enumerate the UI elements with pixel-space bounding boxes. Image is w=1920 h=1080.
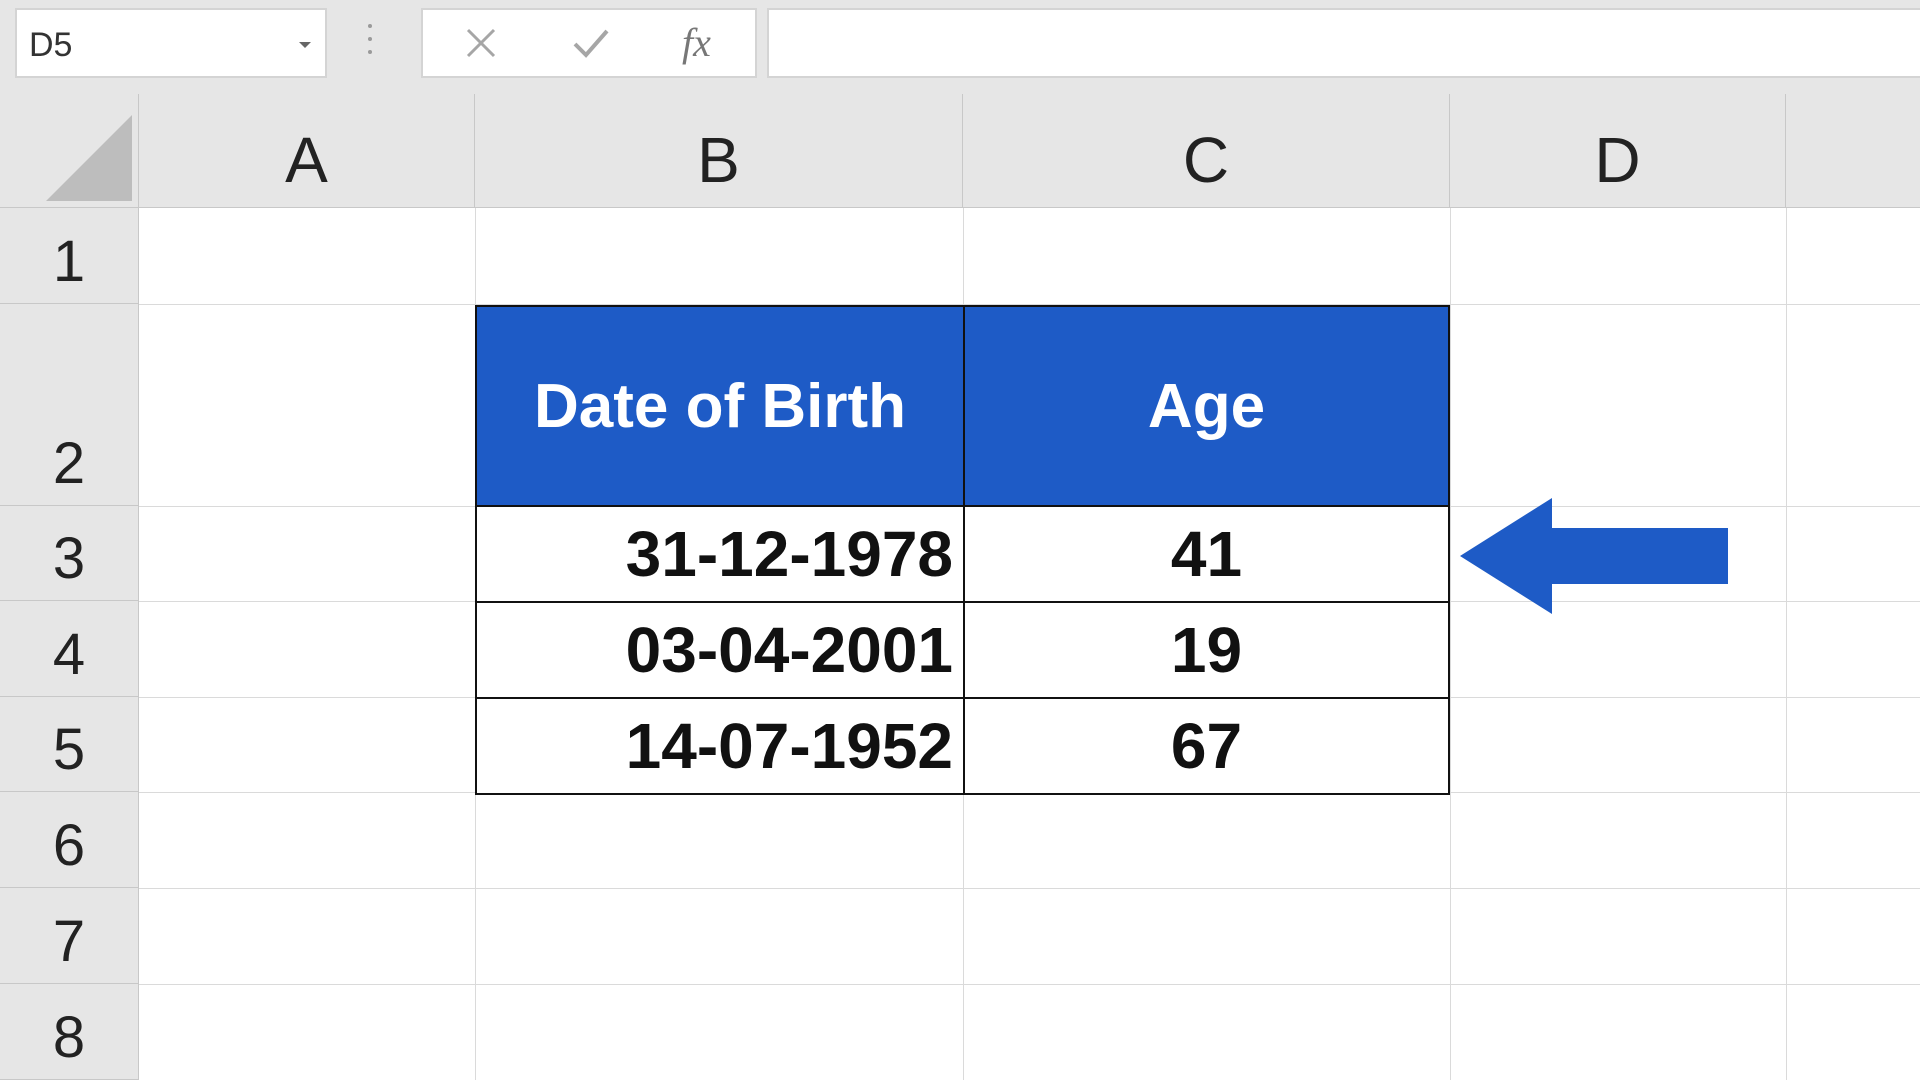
close-icon[interactable] — [451, 10, 511, 76]
name-box-value: D5 — [29, 26, 73, 64]
table-header-dob[interactable]: Date of Birth — [475, 305, 965, 507]
row-header-5[interactable]: 5 — [0, 697, 139, 792]
row-header-6[interactable]: 6 — [0, 792, 139, 888]
table-cell-age[interactable]: 19 — [963, 603, 1450, 699]
row-header-3[interactable]: 3 — [0, 506, 139, 601]
table-header-age[interactable]: Age — [963, 305, 1450, 507]
table-cell-age[interactable]: 41 — [963, 507, 1450, 603]
column-header-d[interactable]: D — [1450, 94, 1786, 208]
row-header-2[interactable]: 2 — [0, 304, 139, 506]
table-cell-dob[interactable]: 14-07-1952 — [475, 699, 965, 795]
check-icon[interactable] — [561, 10, 621, 76]
table-cell-dob[interactable]: 31-12-1978 — [475, 507, 965, 603]
name-box[interactable]: D5 — [15, 8, 327, 78]
formula-bar: D5 fx — [0, 0, 1920, 94]
row-header-4[interactable]: 4 — [0, 601, 139, 697]
column-header-a[interactable]: A — [139, 94, 475, 208]
chevron-down-icon[interactable] — [299, 42, 311, 48]
row-header-7[interactable]: 7 — [0, 888, 139, 984]
select-all-button[interactable] — [0, 94, 139, 208]
row-header-8[interactable]: 8 — [0, 984, 139, 1080]
table-cell-dob[interactable]: 03-04-2001 — [475, 603, 965, 699]
select-all-icon — [46, 115, 132, 201]
data-table: Date of Birth Age 31-12-1978 41 03-04-20… — [475, 305, 1450, 795]
insert-function-button[interactable]: fx — [682, 8, 711, 78]
gridline — [1450, 208, 1451, 1080]
column-header-b[interactable]: B — [475, 94, 963, 208]
gridline — [139, 888, 1920, 889]
column-header-e[interactable] — [1786, 94, 1920, 208]
table-cell-age[interactable]: 67 — [963, 699, 1450, 795]
gridline — [1786, 208, 1787, 1080]
gridline — [139, 984, 1920, 985]
formula-input[interactable] — [767, 8, 1920, 78]
arrow-left-icon — [1460, 498, 1728, 614]
row-header-1[interactable]: 1 — [0, 208, 139, 304]
formula-bar-grip-icon[interactable] — [367, 24, 373, 64]
column-header-c[interactable]: C — [963, 94, 1450, 208]
